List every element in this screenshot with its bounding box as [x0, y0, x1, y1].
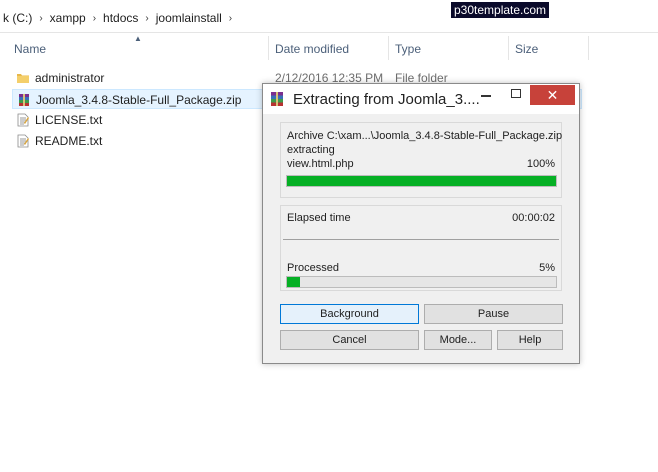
breadcrumb-joomlainstall[interactable]: joomlainstall — [153, 11, 225, 25]
cancel-button[interactable]: Cancel — [280, 330, 419, 350]
close-icon: ✕ — [546, 87, 559, 103]
maximize-button[interactable] — [502, 84, 530, 105]
breadcrumb-chevron-icon[interactable]: › — [225, 13, 236, 24]
mode-button[interactable]: Mode... — [424, 330, 492, 350]
column-divider[interactable] — [588, 36, 589, 60]
column-header-size[interactable]: Size — [515, 42, 538, 56]
text-file-icon — [17, 113, 29, 127]
breadcrumb-chevron-icon[interactable]: › — [89, 13, 100, 24]
column-headers: ▲ Name Date modified Type Size — [0, 34, 658, 62]
processed-progress-fill — [287, 277, 301, 287]
breadcrumb-chevron-icon[interactable]: › — [35, 13, 46, 24]
column-divider[interactable] — [508, 36, 509, 60]
current-file: view.html.php — [287, 158, 354, 170]
sort-ascending-icon: ▲ — [134, 34, 142, 43]
breadcrumb-htdocs[interactable]: htdocs — [100, 11, 141, 25]
column-divider[interactable] — [388, 36, 389, 60]
background-button[interactable]: Background — [280, 304, 419, 324]
dialog-titlebar[interactable]: Extracting from Joomla_3.... ✕ — [263, 84, 579, 114]
help-button[interactable]: Help — [497, 330, 563, 350]
minimize-button[interactable] — [472, 84, 500, 105]
file-progress-group: Archive C:\xam...\Joomla_3.4.8-Stable-Fu… — [280, 122, 562, 198]
column-header-date-modified[interactable]: Date modified — [275, 42, 349, 56]
text-file-icon — [17, 134, 29, 148]
close-button[interactable]: ✕ — [530, 85, 575, 105]
processed-progress-bar — [286, 276, 557, 288]
processed-percent: 5% — [539, 262, 555, 274]
action-label: extracting — [287, 144, 335, 156]
breadcrumb-drive[interactable]: k (C:) — [0, 11, 35, 25]
file-percent: 100% — [526, 158, 555, 170]
watermark: p30template.com — [451, 2, 550, 18]
file-name: Joomla_3.4.8-Stable-Full_Package.zip — [36, 93, 242, 107]
breadcrumb: k (C:) › xampp › htdocs › joomlainstall … — [0, 10, 236, 26]
processed-label: Processed — [287, 262, 339, 274]
extract-dialog: Extracting from Joomla_3.... ✕ Archive C… — [262, 83, 580, 364]
address-bar[interactable]: k (C:) › xampp › htdocs › joomlainstall … — [0, 0, 658, 33]
archive-path: Archive C:\xam...\Joomla_3.4.8-Stable-Fu… — [287, 130, 563, 142]
total-progress-group: Elapsed time 00:00:02 Processed 5% — [280, 205, 562, 291]
breadcrumb-chevron-icon[interactable]: › — [141, 13, 152, 24]
pause-button[interactable]: Pause — [424, 304, 563, 324]
column-divider[interactable] — [268, 36, 269, 60]
column-header-type[interactable]: Type — [395, 42, 421, 56]
file-progress-bar — [286, 175, 557, 187]
file-name: README.txt — [35, 134, 103, 148]
elapsed-value: 00:00:02 — [512, 212, 555, 224]
file-name: LICENSE.txt — [35, 113, 103, 127]
folder-icon — [17, 74, 29, 83]
winrar-archive-icon — [19, 94, 29, 106]
minimize-icon — [481, 95, 491, 97]
dialog-title: Extracting from Joomla_3.... — [293, 91, 480, 108]
maximize-icon — [511, 89, 521, 98]
divider — [283, 239, 559, 240]
file-progress-fill — [287, 176, 556, 186]
file-name: administrator — [35, 71, 105, 85]
breadcrumb-xampp[interactable]: xampp — [47, 11, 89, 25]
column-header-name[interactable]: Name — [14, 42, 46, 56]
winrar-icon — [271, 92, 283, 106]
elapsed-label: Elapsed time — [287, 212, 351, 224]
